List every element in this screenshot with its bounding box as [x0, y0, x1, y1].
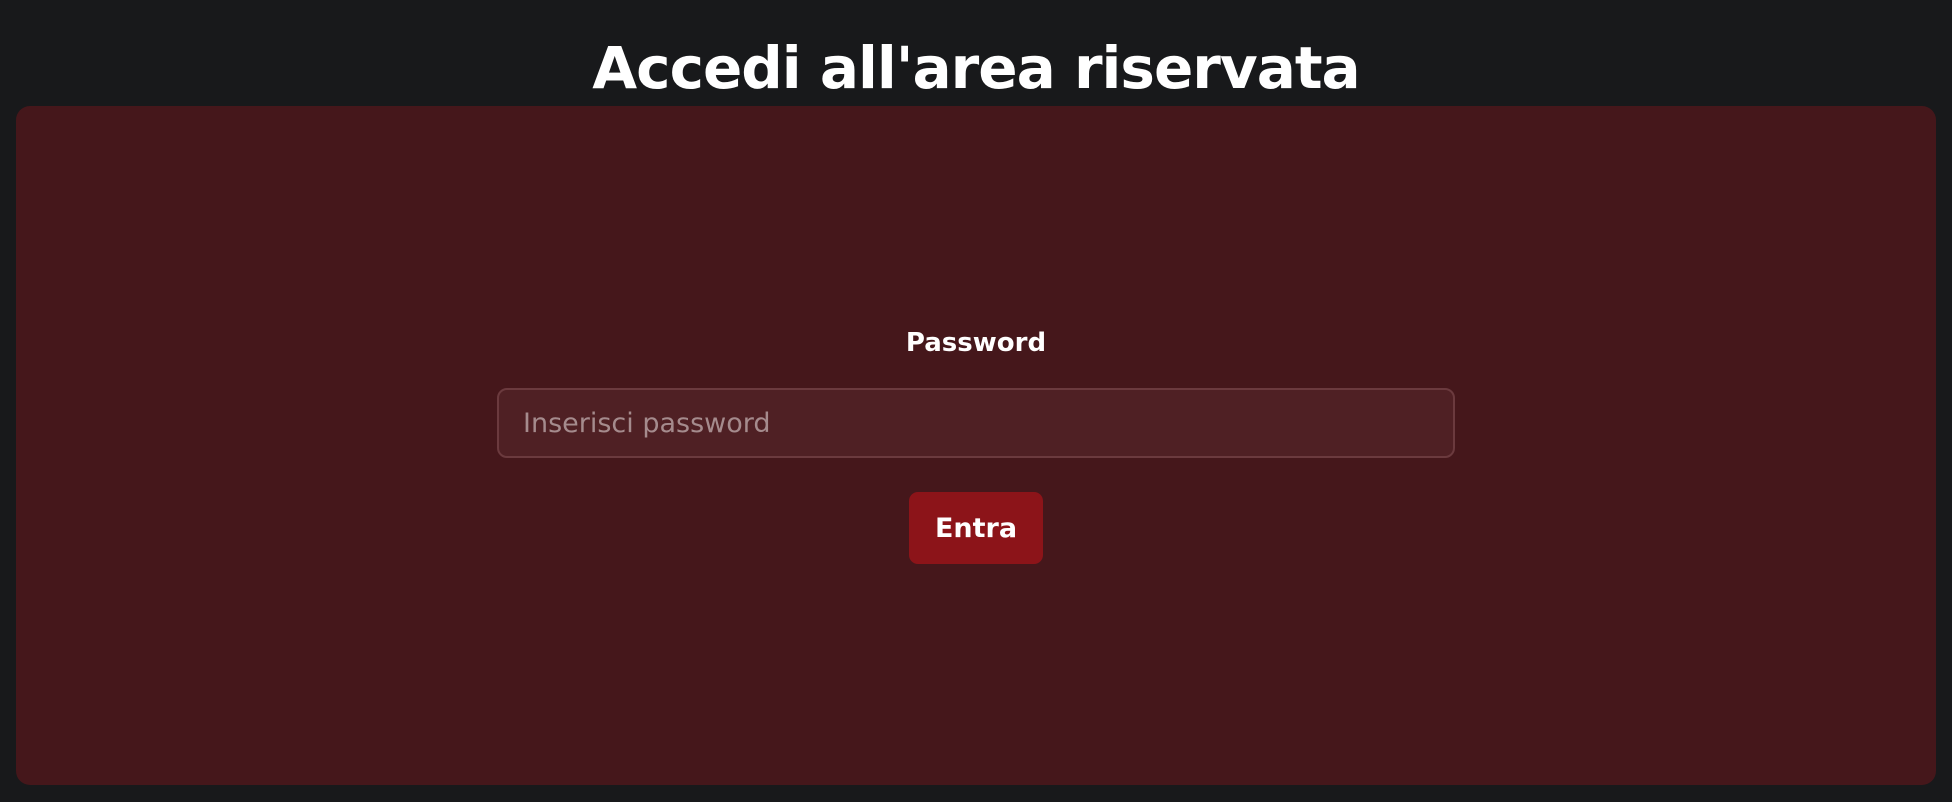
login-panel: Password Entra — [16, 106, 1936, 785]
page-title: Accedi all'area riservata — [592, 34, 1360, 102]
password-label: Password — [905, 328, 1047, 358]
login-page: Accedi all'area riservata Password Entra — [0, 0, 1952, 802]
password-input[interactable] — [497, 388, 1455, 458]
enter-button[interactable]: Entra — [909, 492, 1043, 564]
login-form: Password Entra — [16, 106, 1936, 785]
